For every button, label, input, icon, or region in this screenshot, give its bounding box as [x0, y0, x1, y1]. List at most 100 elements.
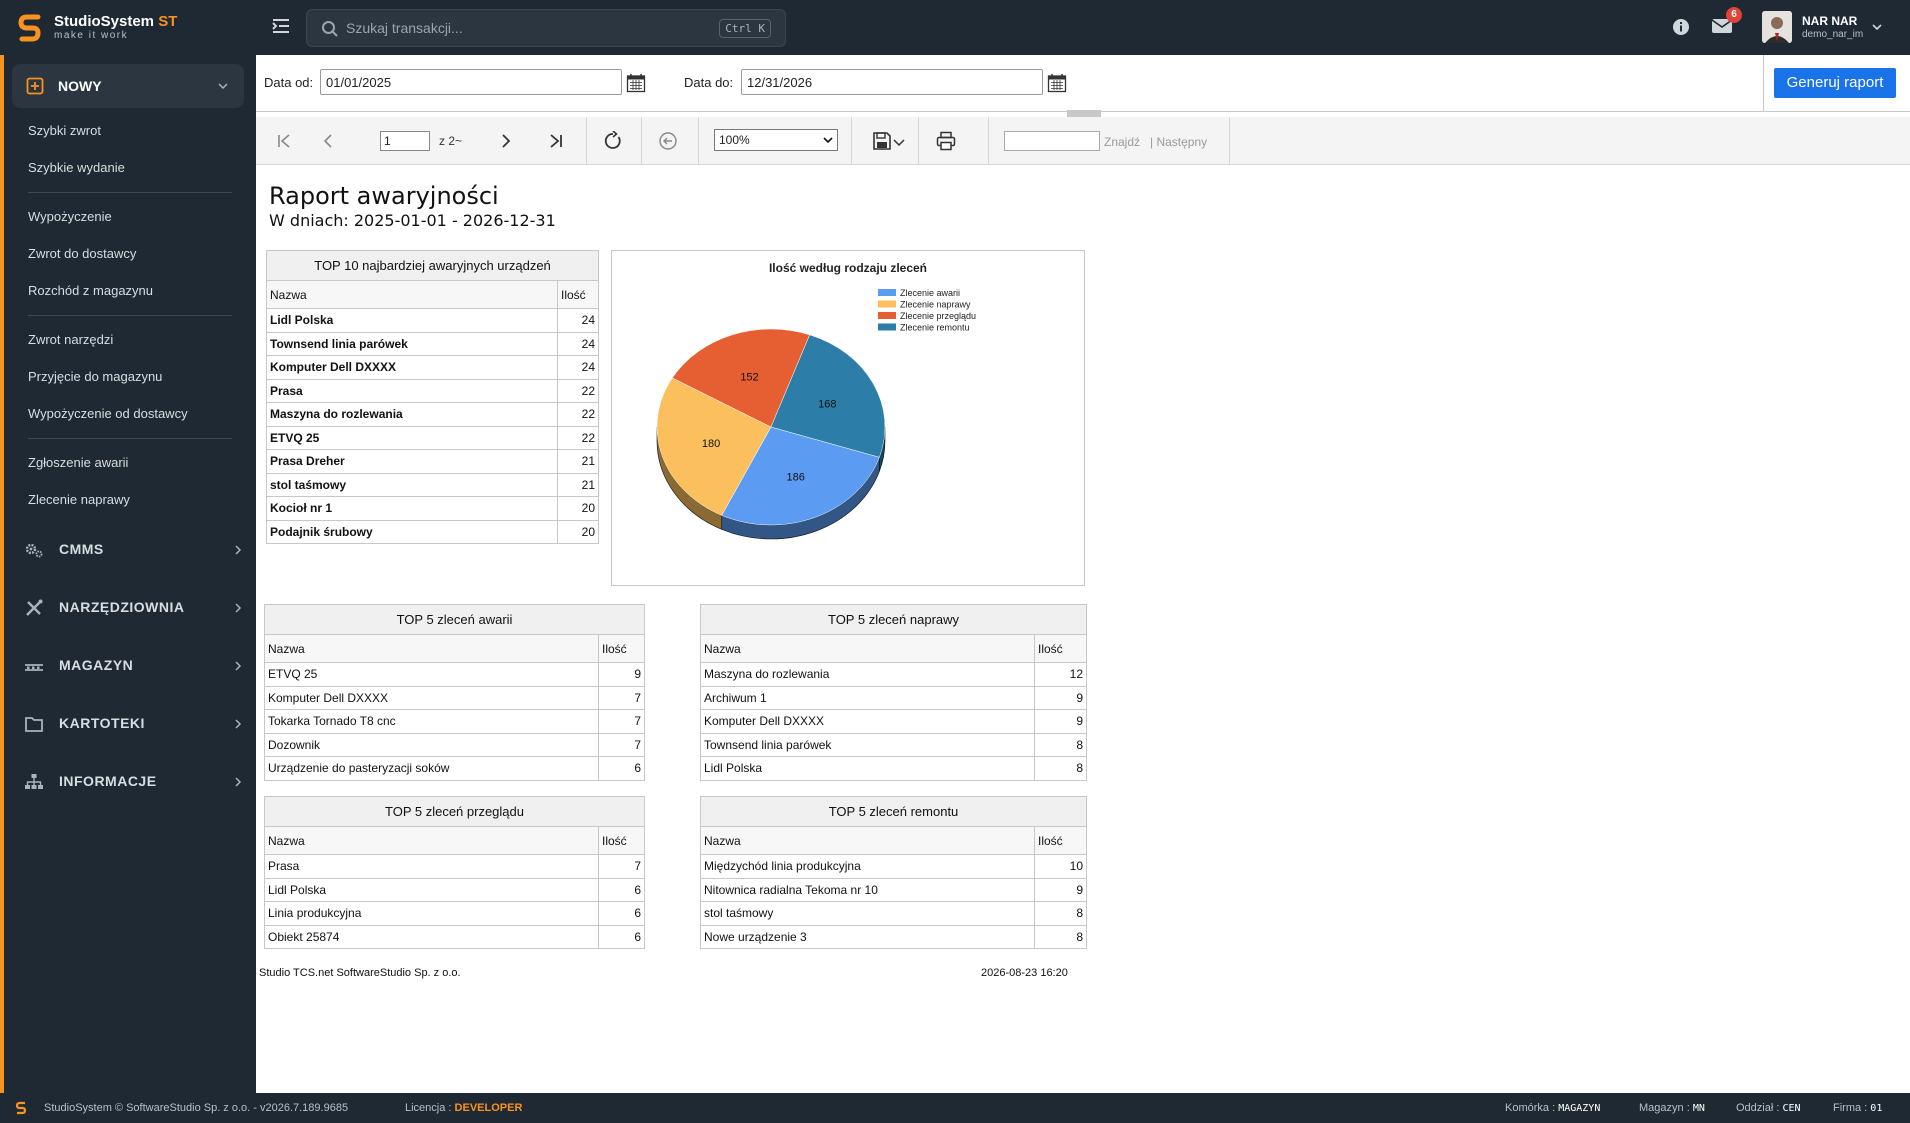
sidebar-item-zwrot-do-dostawcy[interactable]: Zwrot do dostawcy	[28, 246, 136, 261]
last-page-icon[interactable]	[546, 131, 566, 151]
row-name: Nitownica radialna Tekoma nr 10	[700, 877, 1035, 902]
sidebar-item-przyjecie-do-magazynu[interactable]: Przyjęcie do magazynu	[28, 369, 162, 384]
calendar-icon[interactable]	[1047, 73, 1067, 93]
row-name: stol taśmowy	[266, 472, 558, 497]
chevron-right-icon	[235, 545, 242, 555]
row-qty: 7	[597, 732, 646, 757]
menu-toggle-icon[interactable]	[270, 15, 292, 37]
sidebar-item-szybkie-wydanie[interactable]: Szybkie wydanie	[28, 160, 125, 175]
row-qty: 20	[556, 519, 600, 544]
sidebar-group-magazyn[interactable]: MAGAZYN	[24, 654, 244, 678]
row-name: Prasa Dreher	[266, 449, 558, 474]
chevron-down-icon[interactable]	[1870, 20, 1884, 34]
save-icon[interactable]	[872, 131, 892, 151]
table-row: Obiekt 25874 6	[264, 924, 645, 949]
page-number-input[interactable]: 1	[380, 131, 430, 151]
search-input[interactable]: Szukaj transakcji...	[346, 20, 463, 36]
info-icon[interactable]	[1670, 16, 1692, 38]
brand-tagline: make it work	[54, 30, 129, 41]
sidebar-item-zwrot-narzedzi[interactable]: Zwrot narzędzi	[28, 332, 113, 347]
row-name: Townsend linia parówek	[700, 732, 1035, 757]
find-input[interactable]	[1004, 131, 1100, 151]
sidebar-item-zlecenie-naprawy[interactable]: Zlecenie naprawy	[28, 492, 130, 507]
back-icon[interactable]	[658, 131, 678, 151]
next-page-icon[interactable]	[496, 131, 516, 151]
legend-label: Zlecenie remontu	[900, 323, 970, 333]
chevron-down-icon[interactable]	[892, 131, 906, 151]
find-link[interactable]: Znajdź	[1104, 135, 1140, 149]
sidebar-item-szybki-zwrot[interactable]: Szybki zwrot	[28, 123, 101, 138]
row-qty: 6	[598, 924, 645, 949]
table-row: Komputer Dell DXXXX 7	[264, 685, 646, 710]
chevron-right-icon	[235, 777, 242, 787]
sidebar-item-wypozyczenie-od-dostawcy[interactable]: Wypożyczenie od dostawcy	[28, 406, 188, 421]
top5-failures-table: TOP 5 zleceń awarii Nazwa Ilość ETVQ 25 9 K…	[263, 604, 646, 781]
chevron-down-icon	[823, 137, 833, 144]
first-page-icon[interactable]	[274, 131, 294, 151]
legend-label: Zlecenie przeglądu	[900, 311, 976, 321]
search-box[interactable]: Szukaj transakcji... Ctrl K	[306, 9, 786, 47]
page-count-label: z 2~	[439, 134, 463, 148]
avatar[interactable]	[1762, 11, 1792, 43]
branch-info: Oddział : CEN	[1736, 1102, 1801, 1114]
row-qty: 8	[1033, 756, 1088, 781]
row-name: Lidl Polska	[266, 308, 558, 333]
refresh-icon[interactable]	[603, 131, 623, 151]
row-qty: 9	[1033, 709, 1088, 734]
column-header-name: Nazwa	[266, 280, 558, 309]
row-name: Linia produkcyjna	[264, 901, 599, 926]
column-header-qty: Ilość	[597, 634, 646, 663]
table-row: Maszyna do rozlewania 22	[266, 402, 600, 427]
pie-data-label: 180	[702, 438, 720, 450]
divider	[1763, 55, 1764, 112]
row-qty: 10	[1034, 854, 1087, 879]
toolbar-divider	[641, 117, 642, 165]
calendar-icon[interactable]	[626, 73, 646, 93]
row-qty: 7	[597, 709, 646, 734]
plus-square-icon	[26, 77, 44, 95]
sidebar-group-cmms[interactable]: CMMS	[24, 538, 244, 562]
table-row: Prasa Dreher 21	[266, 449, 600, 474]
sidebar-group-informacje[interactable]: INFORMACJE	[24, 770, 244, 794]
sidebar-item-zgloszenie-awarii[interactable]: Zgłoszenie awarii	[28, 455, 128, 470]
date-from-input[interactable]: 01/01/2025	[320, 69, 622, 95]
mail-count-badge: 6	[1726, 7, 1742, 23]
chevron-right-icon	[235, 719, 242, 729]
print-icon[interactable]	[936, 131, 956, 151]
studiosystem-logo-icon[interactable]	[16, 12, 46, 44]
sidebar-group-nowy[interactable]: NOWY	[12, 64, 244, 108]
previous-page-icon[interactable]	[318, 131, 338, 151]
row-name: Międzychód linia produkcyjna	[700, 854, 1035, 879]
date-to-input[interactable]: 12/31/2026	[741, 69, 1043, 95]
zoom-select[interactable]: 100%	[714, 129, 838, 151]
table-row: Townsend linia parówek 24	[266, 331, 600, 356]
generate-report-button[interactable]: Generuj raport	[1774, 68, 1896, 98]
user-login: demo_nar_im	[1802, 29, 1864, 40]
row-name: ETVQ 25	[266, 425, 558, 450]
column-header-name: Nazwa	[264, 826, 599, 855]
legend-label: Zlecenie naprawy	[900, 300, 971, 310]
table-row: Komputer Dell DXXXX 24	[266, 355, 600, 380]
sidebar-item-wypozyczenie[interactable]: Wypożyczenie	[28, 209, 112, 224]
row-name: Urządzenie do pasteryzacji soków	[264, 756, 599, 781]
pie-chart-svg: Ilość według rodzaju zleceń 186 180 152 168 Z…	[656, 261, 976, 540]
toolbar-divider	[988, 117, 989, 165]
row-name: Dozownik	[264, 732, 599, 757]
chevron-right-icon	[235, 661, 242, 671]
sidebar-divider	[28, 315, 232, 316]
top5-overhauls-table: TOP 5 zleceń remontu Nazwa Ilość Międzych…	[700, 796, 1087, 949]
top-bar: StudioSystem ST make it work Szukaj tran…	[0, 0, 1910, 55]
sidebar-group-narzedziownia[interactable]: NARZĘDZIOWNIA	[24, 596, 244, 620]
legend-swatch	[878, 300, 896, 308]
sidebar-item-rozchod-z-magazynu[interactable]: Rozchód z magazynu	[28, 283, 153, 298]
row-name: Maszyna do rozlewania	[700, 662, 1035, 687]
table-row: Urządzenie do pasteryzacji soków 6	[264, 756, 646, 781]
sidebar-group-label: KARTOTEKI	[59, 715, 145, 731]
find-next-link[interactable]: | Następny	[1150, 135, 1207, 149]
table-row: Lidl Polska 8	[700, 756, 1088, 781]
sidebar-group-kartoteki[interactable]: KARTOTEKI	[24, 712, 244, 736]
sidebar-divider	[28, 438, 232, 439]
user-name[interactable]: NAR NAR	[1802, 14, 1857, 28]
table-row: Archiwum 19	[700, 685, 1088, 710]
collapse-handle[interactable]	[1067, 110, 1101, 117]
